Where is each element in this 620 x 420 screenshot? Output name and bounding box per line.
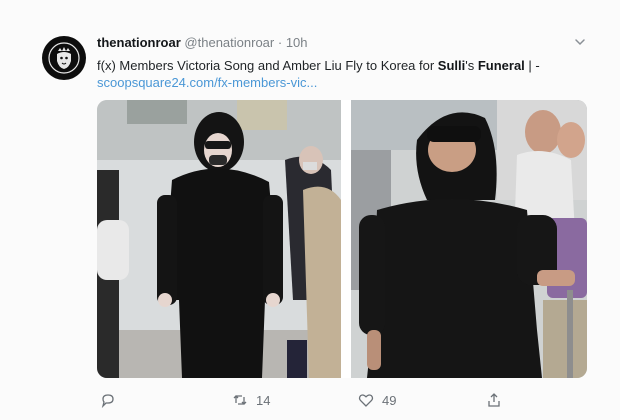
reply-button[interactable]: [100, 392, 124, 408]
lion-logo-icon: [48, 42, 80, 74]
tweet-header: thenationroar @thenationroar · 10h: [97, 35, 308, 50]
tweet-link[interactable]: scoopsquare24.com/fx-members-vic...: [97, 75, 317, 90]
like-count: 49: [382, 392, 397, 408]
tweet-actions: 14 49: [0, 392, 620, 414]
share-icon: [488, 393, 500, 407]
tweet-text-part: f(x) Members Victoria Song and Amber Liu…: [97, 58, 438, 73]
tweet-media[interactable]: [97, 100, 587, 378]
chevron-down-icon[interactable]: [574, 36, 586, 48]
tweet-text-part: 's: [465, 58, 478, 73]
tweet-text-bold: Funeral: [477, 58, 525, 73]
like-button[interactable]: 49: [358, 392, 396, 408]
separator-dot: ·: [277, 35, 283, 50]
share-button[interactable]: [486, 392, 510, 408]
avatar[interactable]: [42, 36, 86, 80]
media-photos: [97, 100, 587, 378]
retweet-button[interactable]: 14: [232, 392, 270, 408]
retweet-icon: [233, 395, 247, 405]
tweet-card[interactable]: thenationroar @thenationroar · 10h f(x) …: [0, 0, 620, 420]
handle[interactable]: @thenationroar: [184, 35, 274, 50]
tweet-text: f(x) Members Victoria Song and Amber Liu…: [97, 56, 602, 75]
tweet-text-part: | -: [524, 58, 540, 73]
reply-icon: [101, 394, 114, 408]
tweet-text-bold: Sulli: [437, 58, 466, 73]
display-name[interactable]: thenationroar: [97, 35, 181, 50]
heart-icon: [358, 394, 374, 407]
timestamp[interactable]: 10h: [286, 35, 308, 50]
retweet-count: 14: [256, 392, 271, 408]
